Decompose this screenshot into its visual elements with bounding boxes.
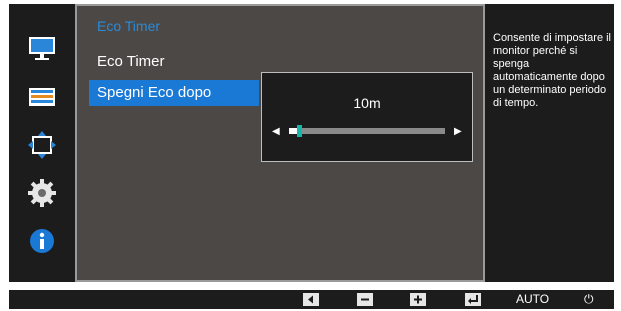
sidebar <box>9 4 75 282</box>
value-popup: 10m ◀ ▶ <box>261 72 473 162</box>
menu-item-spegni-eco-dopo[interactable]: Spegni Eco dopo <box>89 80 259 106</box>
menu-panel: Eco Timer Eco Timer Spegni Eco dopo 10m … <box>75 4 485 282</box>
slider-fill <box>289 128 297 134</box>
timer-value: 10m <box>353 95 381 111</box>
screen-size-icon[interactable] <box>27 130 57 160</box>
info-icon[interactable] <box>27 226 57 256</box>
minus-icon[interactable] <box>357 293 373 306</box>
picture-settings-icon[interactable] <box>27 82 57 112</box>
slider-thumb[interactable] <box>297 125 302 137</box>
menu-item-eco-timer[interactable]: Eco Timer <box>89 49 259 75</box>
left-arrow-icon[interactable] <box>303 293 319 306</box>
timer-slider[interactable] <box>289 125 445 137</box>
help-text: Consente di impostare il monitor perché … <box>493 32 612 109</box>
osd-window: Eco Timer Eco Timer Spegni Eco dopo 10m … <box>9 4 614 282</box>
enter-icon[interactable] <box>465 293 481 306</box>
help-panel: Consente di impostare il monitor perché … <box>493 4 614 282</box>
monitor-icon[interactable] <box>27 34 57 64</box>
auto-button[interactable]: AUTO <box>516 292 549 306</box>
menu-title: Eco Timer <box>97 18 161 34</box>
power-icon[interactable]: ⏻ <box>584 292 594 307</box>
gear-icon[interactable] <box>27 178 57 208</box>
slider-left-arrow-icon[interactable]: ◀ <box>272 127 280 137</box>
bottom-control-bar: AUTO ⏻ <box>9 290 614 309</box>
plus-icon[interactable] <box>410 293 426 306</box>
slider-right-arrow-icon[interactable]: ▶ <box>454 127 462 137</box>
